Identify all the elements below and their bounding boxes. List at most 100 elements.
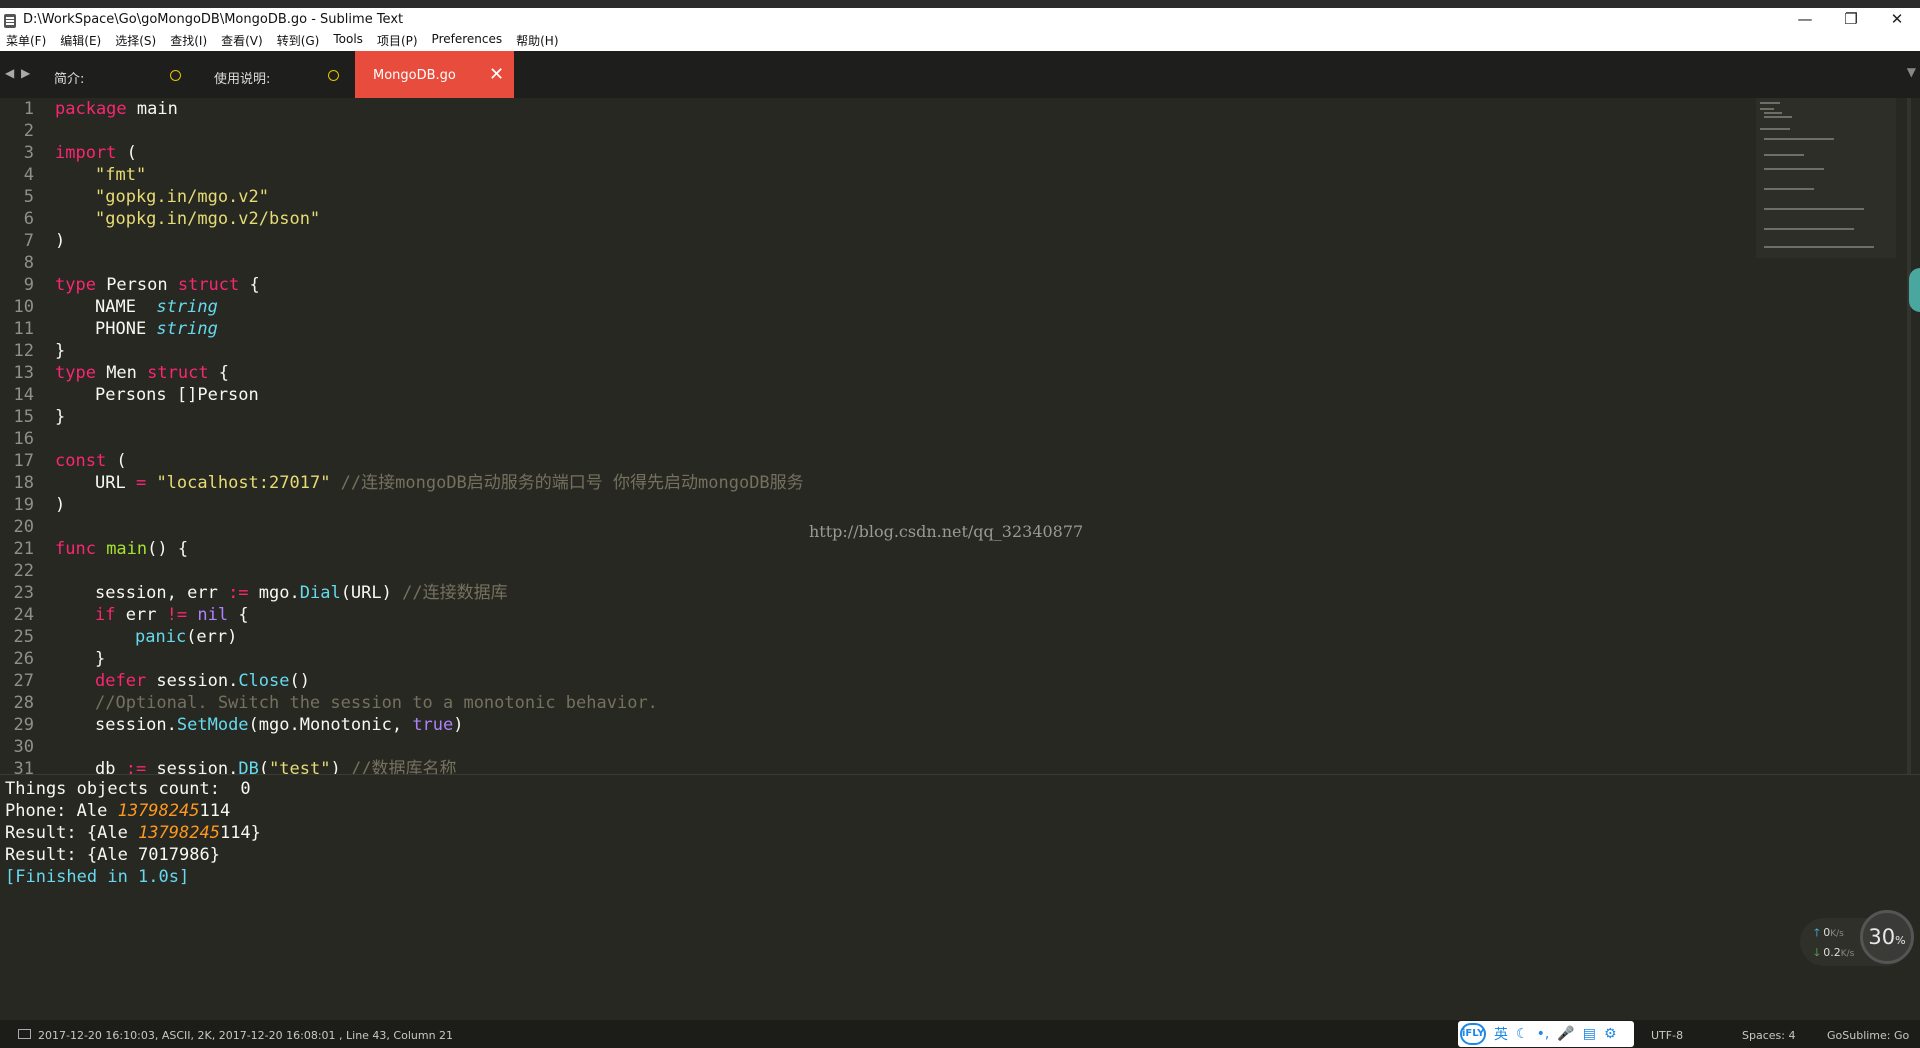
syntax-status[interactable]: GoSublime: Go (1827, 1029, 1909, 1042)
code-editor[interactable]: 1 package main 2 3 import ( 4 "fmt" 5 "gopkg… (0, 98, 1920, 774)
line-number: 5 (23, 187, 34, 207)
code-token: := (125, 759, 147, 774)
line-number: 3 (23, 143, 34, 163)
code-token: { (239, 275, 260, 295)
line-number: 11 (13, 319, 34, 339)
menu-selection[interactable]: 选择(S) (115, 30, 164, 51)
code-token: defer (95, 671, 147, 691)
menu-view[interactable]: 查看(V) (221, 30, 271, 51)
code-token: { (228, 605, 249, 625)
code-text: db := session.DB("test") //数据库名称 (95, 758, 456, 774)
code-text: import ( (55, 142, 137, 164)
code-line: 31 db := session.DB("test") //数据库名称 (0, 758, 1750, 774)
code-token: (mgo.Monotonic, (248, 715, 413, 735)
code-line: 10 NAME string (0, 296, 1750, 318)
tab-usage[interactable]: 使用说明: (196, 51, 354, 98)
code-line: 26} (0, 648, 1750, 670)
upload-unit: K/s (1830, 929, 1844, 939)
line-number: 17 (13, 451, 34, 471)
code-token: "localhost:27017" (146, 473, 331, 493)
code-line: 21 func main() { (0, 538, 1750, 560)
vertical-scrollbar[interactable] (1907, 98, 1911, 774)
encoding-status[interactable]: UTF-8 (1651, 1029, 1683, 1042)
line-number: 6 (23, 209, 34, 229)
menu-edit[interactable]: 编辑(E) (60, 30, 109, 51)
line-number: 9 (23, 275, 34, 295)
tab-label: 使用说明: (214, 72, 271, 87)
code-token: import (55, 143, 117, 163)
code-token: := (228, 583, 249, 603)
code-token: if (95, 605, 116, 625)
ime-toolbar[interactable]: iFLY 英 ☾ •, 🎤 ▤ ⚙ (1458, 1021, 1634, 1047)
cpu-unit: % (1895, 934, 1906, 947)
line-number: 31 (13, 759, 34, 774)
minimap-line (1764, 208, 1864, 210)
minimap-line (1760, 128, 1790, 130)
output-token: Result: {Ale (5, 823, 139, 843)
code-token: //Optional. Switch the session to a mono… (95, 693, 658, 713)
tab-intro[interactable]: 简介: (36, 51, 196, 98)
code-text: "gopkg.in/mgo.v2/bson" (95, 208, 320, 230)
code-line: 15} (0, 406, 1750, 428)
code-token: panic (135, 627, 187, 647)
tab-prev-icon[interactable]: ◀ (5, 66, 14, 80)
ifly-logo-icon[interactable]: iFLY (1460, 1023, 1486, 1045)
menu-goto[interactable]: 转到(G) (277, 30, 328, 51)
menu-file[interactable]: 菜单(F) (6, 30, 54, 51)
tab-overflow-icon[interactable]: ▼ (1907, 65, 1916, 79)
code-token: { (208, 363, 230, 383)
microphone-icon[interactable]: 🎤 (1557, 1026, 1574, 1042)
build-output-panel[interactable]: Things objects count: 0 Phone: Ale 13798… (0, 774, 1920, 1021)
code-token: Men (95, 363, 148, 383)
minimap[interactable] (1756, 98, 1896, 258)
code-text: "fmt" (95, 164, 146, 186)
code-line: 13 type Men struct { (0, 362, 1750, 384)
tab-next-icon[interactable]: ▶ (21, 66, 30, 80)
panel-toggle-icon[interactable] (18, 1029, 31, 1039)
indentation-status[interactable]: Spaces: 4 (1742, 1029, 1795, 1042)
code-text: panic(err) (135, 626, 237, 648)
menu-tools[interactable]: Tools (333, 30, 371, 51)
code-token: Dial (299, 583, 341, 603)
unsaved-dot-icon[interactable] (328, 70, 339, 81)
keyboard-icon[interactable]: ▤ (1583, 1026, 1596, 1042)
settings-gear-icon[interactable]: ⚙ (1604, 1026, 1617, 1042)
menu-preferences[interactable]: Preferences (432, 30, 511, 51)
code-token: const (55, 451, 107, 471)
menu-find[interactable]: 查找(I) (170, 30, 215, 51)
code-line: 29 session.SetMode(mgo.Monotonic, true) (0, 714, 1750, 736)
scroll-handle-icon[interactable] (1909, 268, 1920, 312)
code-token: main (126, 99, 178, 119)
code-token: true (412, 715, 454, 735)
punctuation-icon[interactable]: •, (1537, 1026, 1550, 1042)
output-line: Result: {Ale 13798245114} (5, 822, 261, 844)
code-token: DB (238, 759, 259, 774)
line-number: 14 (13, 385, 34, 405)
code-line: 4 "fmt" (0, 164, 1750, 186)
code-text: } (55, 340, 65, 362)
line-number: 1 (23, 99, 34, 119)
moon-icon[interactable]: ☾ (1516, 1026, 1529, 1042)
code-token: ) (55, 495, 66, 515)
code-text: type Person struct { (55, 274, 260, 296)
code-token: struct (177, 275, 240, 295)
line-number: 24 (13, 605, 34, 625)
code-token: session. (146, 759, 239, 774)
ime-english-toggle[interactable]: 英 (1494, 1024, 1508, 1044)
tab-mongodb-go[interactable]: MongoDB.go ✕ (355, 51, 514, 98)
menu-help[interactable]: 帮助(H) (516, 30, 566, 51)
line-number: 30 (13, 737, 34, 757)
unsaved-dot-icon[interactable] (170, 70, 181, 81)
code-text: defer session.Close() (95, 670, 310, 692)
line-number: 23 (13, 583, 34, 603)
code-text: if err != nil { (95, 604, 249, 626)
tab-close-icon[interactable]: ✕ (489, 64, 504, 85)
output-token: 114} (219, 823, 261, 843)
window-title: D:\WorkSpace\Go\goMongoDB\MongoDB.go - S… (23, 12, 404, 27)
build-finished-line: [Finished in 1.0s] (5, 867, 190, 887)
code-text: type Men struct { (55, 362, 229, 384)
code-token: ( (116, 143, 137, 163)
cpu-usage-gauge[interactable]: 30% (1860, 910, 1914, 964)
menu-project[interactable]: 项目(P) (377, 30, 426, 51)
